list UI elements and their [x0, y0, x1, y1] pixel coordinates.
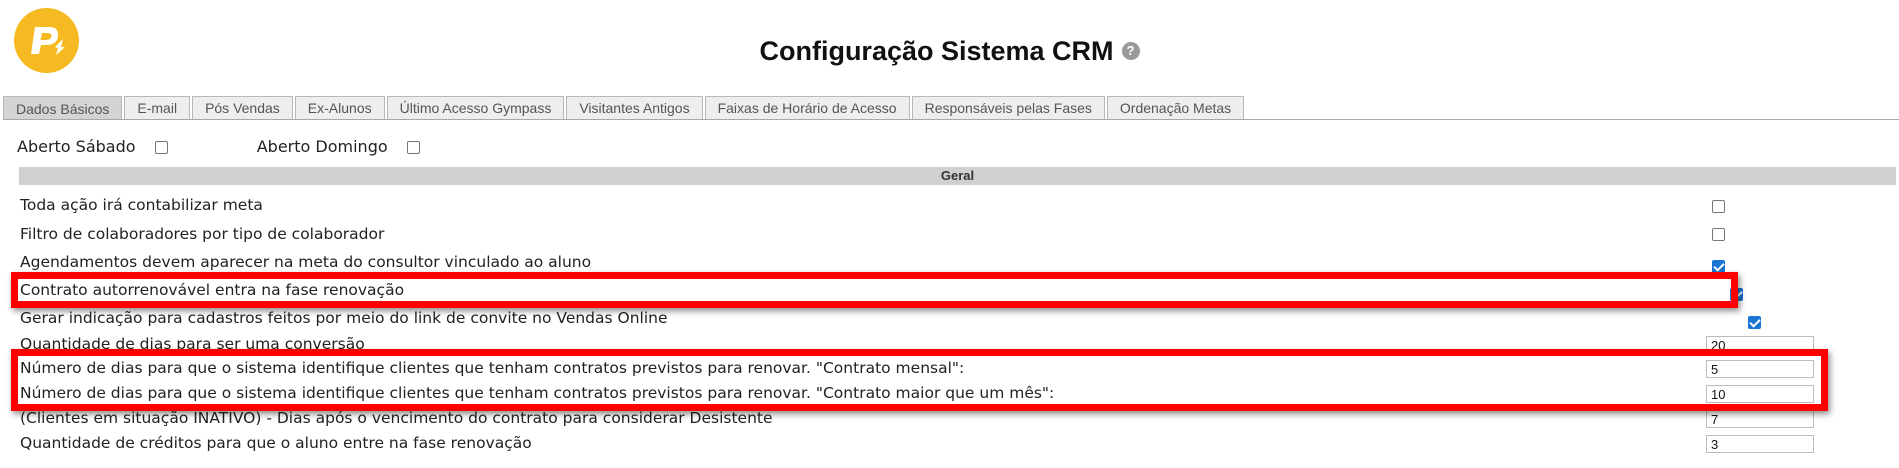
filtro-colaboradores-checkbox[interactable]: [1712, 228, 1725, 241]
tab-visitantes-antigos[interactable]: Visitantes Antigos: [566, 96, 703, 119]
page-header: Configuração Sistema CRM?: [0, 36, 1899, 67]
opening-days: Aberto Sábado Aberto Domingo: [17, 137, 420, 156]
tab-ex-alunos[interactable]: Ex-Alunos: [294, 96, 385, 119]
aberto-sabado-label: Aberto Sábado: [17, 137, 136, 156]
tab-ordenacao-metas[interactable]: Ordenação Metas: [1106, 96, 1245, 119]
highlight-box-dias-renovacao: [11, 349, 1828, 411]
tab-email[interactable]: E-mail: [124, 96, 191, 119]
section-geral-header: Geral: [19, 167, 1896, 185]
tab-pos-vendas[interactable]: Pós Vendas: [192, 96, 293, 119]
setting-label: Toda ação irá contabilizar meta: [20, 196, 263, 214]
highlight-box-autorrenovavel: [11, 272, 1738, 308]
setting-label: Gerar indicação para cadastros feitos po…: [20, 309, 668, 327]
tab-dados-basicos[interactable]: Dados Básicos: [3, 96, 123, 120]
tab-bar: Dados Básicos E-mail Pós Vendas Ex-Aluno…: [3, 96, 1246, 120]
toda-acao-contabilizar-checkbox[interactable]: [1712, 200, 1725, 213]
dias-desistente-input[interactable]: [1706, 410, 1814, 428]
tab-responsaveis-fases[interactable]: Responsáveis pelas Fases: [911, 96, 1105, 119]
tab-faixas-horario-acesso[interactable]: Faixas de Horário de Acesso: [704, 96, 910, 119]
creditos-renovacao-input[interactable]: [1706, 435, 1814, 453]
setting-label: Quantidade de créditos para que o aluno …: [20, 434, 532, 452]
gerar-indicacao-checkbox[interactable]: [1748, 316, 1762, 329]
setting-label: (Clientes em situação INATIVO) - Dias ap…: [20, 409, 773, 427]
aberto-domingo-checkbox[interactable]: [406, 141, 420, 154]
aberto-domingo-label: Aberto Domingo: [256, 137, 388, 156]
setting-label: Filtro de colaboradores por tipo de cola…: [20, 225, 385, 243]
tab-divider: [3, 119, 1899, 120]
help-icon[interactable]: ?: [1121, 41, 1140, 60]
aberto-sabado-checkbox[interactable]: [154, 141, 168, 154]
page-title: Configuração Sistema CRM: [759, 36, 1114, 66]
tab-ultimo-acesso-gympass[interactable]: Último Acesso Gympass: [386, 96, 565, 119]
setting-label: Agendamentos devem aparecer na meta do c…: [20, 253, 592, 271]
